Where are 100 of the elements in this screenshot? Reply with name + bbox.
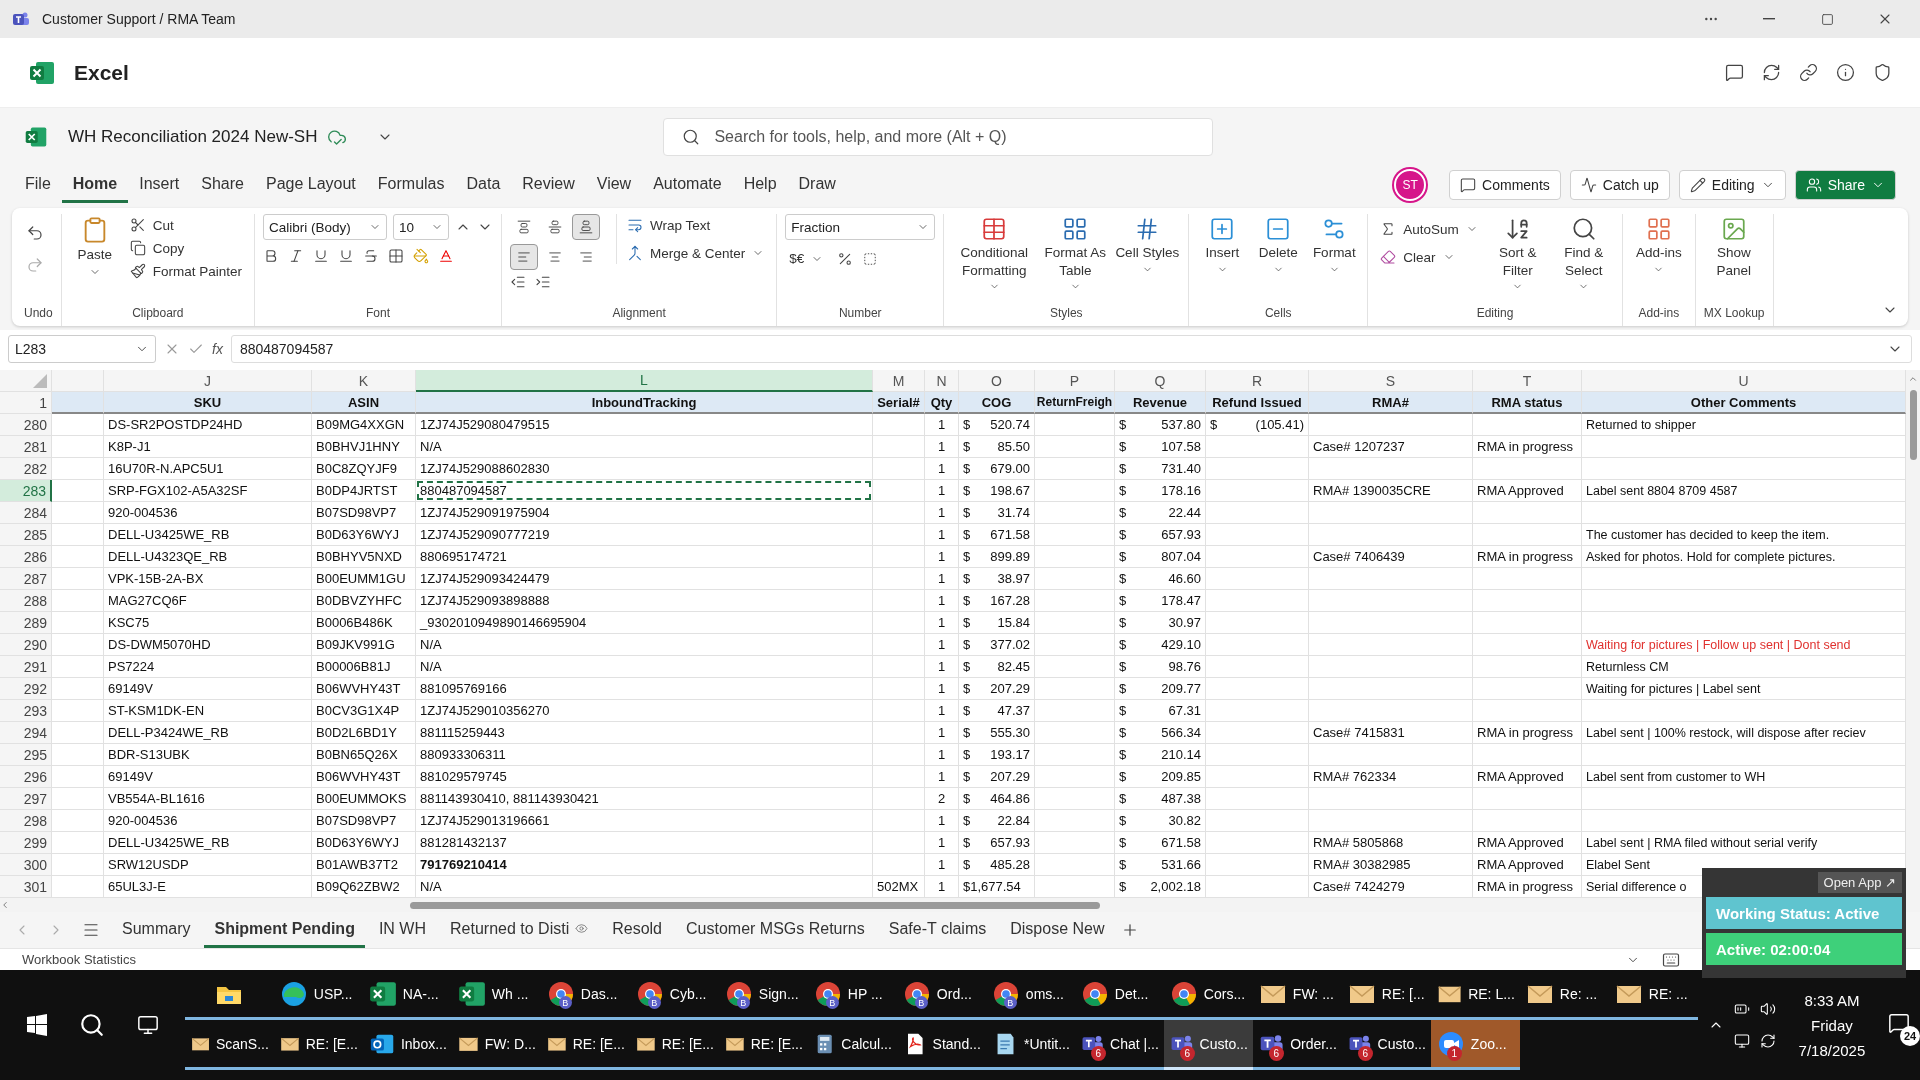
- taskbar-item[interactable]: FW: ...: [1252, 970, 1342, 1020]
- sheet-tab[interactable]: Shipment Pending: [204, 912, 365, 948]
- row-number[interactable]: 298: [0, 810, 52, 832]
- sheet-tab[interactable]: Resold: [602, 912, 672, 948]
- taskbar-item[interactable]: NA-...: [362, 970, 452, 1020]
- column-header[interactable]: J: [104, 370, 312, 392]
- taskbar-item[interactable]: Calcul...: [807, 1020, 897, 1070]
- taskbar-item[interactable]: Custo... 6: [1163, 1020, 1253, 1070]
- clipboard-button[interactable]: Copy: [125, 237, 246, 259]
- formula-field[interactable]: 880487094587: [230, 335, 1912, 363]
- clock-time[interactable]: 8:33 AM: [1804, 991, 1860, 1009]
- row-number[interactable]: 280: [0, 414, 52, 436]
- taskbar-item[interactable]: Das... B: [540, 970, 630, 1020]
- status-text[interactable]: Workbook Statistics: [22, 952, 136, 967]
- taskbar-item[interactable]: Det...: [1074, 970, 1164, 1020]
- editing-button[interactable]: Editing: [1678, 170, 1786, 200]
- row-number[interactable]: 1: [0, 392, 52, 414]
- taskbar-item[interactable]: USP...: [273, 970, 363, 1020]
- wrap-text-button[interactable]: Wrap Text: [622, 214, 769, 236]
- taskbar-item[interactable]: Re: ...: [1519, 970, 1609, 1020]
- row-number[interactable]: 299: [0, 832, 52, 854]
- menu-tab[interactable]: Page Layout: [254, 167, 367, 203]
- menu-tab[interactable]: Review: [511, 167, 586, 203]
- scrollbar-thumb[interactable]: [410, 901, 1100, 909]
- menu-tab[interactable]: Help: [732, 167, 788, 203]
- styles-button[interactable]: Cell Styles: [1114, 214, 1181, 277]
- sheet-tab[interactable]: Customer MSGs Returns: [676, 912, 875, 948]
- column-header[interactable]: K: [312, 370, 416, 392]
- sheet-tab[interactable]: IN WH: [368, 912, 436, 948]
- merge-center-button[interactable]: Merge & Center: [622, 242, 769, 264]
- row-number[interactable]: 292: [0, 678, 52, 700]
- taskbar-item[interactable]: HP ... B: [807, 970, 897, 1020]
- taskbar-item[interactable]: RE: [E...: [718, 1020, 808, 1070]
- editing-button[interactable]: AutoSum: [1376, 218, 1482, 240]
- menu-tab[interactable]: Automate: [642, 167, 733, 203]
- column-header[interactable]: M: [873, 370, 925, 392]
- font-name-dropdown[interactable]: Calibri (Body): [262, 214, 387, 240]
- taskbar-item[interactable]: RE: [E...: [540, 1020, 630, 1070]
- taskbar-item[interactable]: Zoo... 1: [1430, 1020, 1520, 1070]
- sheet-tab[interactable]: Safe-T claims: [878, 912, 997, 948]
- share-button[interactable]: Share: [1794, 170, 1896, 200]
- row-number[interactable]: 295: [0, 744, 52, 766]
- taskbar-item[interactable]: FW: D...: [451, 1020, 541, 1070]
- open-app-button[interactable]: Open App ↗: [1817, 872, 1902, 893]
- align-toggle[interactable]: [571, 214, 600, 240]
- user-avatar[interactable]: ST: [1394, 169, 1427, 201]
- select-all-icon[interactable]: [33, 373, 47, 388]
- editing-button[interactable]: Clear: [1376, 246, 1482, 268]
- align-toggle[interactable]: [509, 244, 538, 270]
- menu-tab[interactable]: Formulas: [366, 167, 456, 203]
- menu-tab[interactable]: Insert: [128, 167, 191, 203]
- row-number[interactable]: 283: [0, 480, 52, 502]
- menu-tab[interactable]: File: [14, 167, 62, 203]
- paste-button[interactable]: Paste: [69, 214, 120, 280]
- menu-tab[interactable]: View: [585, 167, 643, 203]
- clock-date[interactable]: 7/18/2025: [1798, 1041, 1866, 1059]
- styles-button[interactable]: Conditional Formatting: [952, 214, 1037, 295]
- cells-button[interactable]: Delete: [1253, 214, 1304, 277]
- taskbar-item[interactable]: RE: [E...: [629, 1020, 719, 1070]
- name-box[interactable]: L283: [8, 335, 156, 363]
- catch-up-button[interactable]: Catch up: [1569, 170, 1670, 200]
- document-name[interactable]: WH Reconciliation 2024 New-SH: [68, 127, 318, 147]
- row-number[interactable]: 289: [0, 612, 52, 634]
- row-number[interactable]: 301: [0, 876, 52, 898]
- editing-button[interactable]: Find & Select: [1553, 214, 1614, 295]
- row-number[interactable]: 300: [0, 854, 52, 876]
- menu-tab[interactable]: Share: [190, 167, 255, 203]
- comments-button[interactable]: Comments: [1449, 170, 1561, 200]
- taskbar-item[interactable]: *Untit...: [985, 1020, 1075, 1070]
- search-input[interactable]: Search for tools, help, and more (Alt + Q): [712, 127, 1195, 147]
- number-format-dropdown[interactable]: Fraction: [785, 214, 936, 240]
- column-header[interactable]: T: [1473, 370, 1582, 392]
- taskbar-item[interactable]: RE: ...: [1608, 970, 1698, 1020]
- row-number[interactable]: 296: [0, 766, 52, 788]
- column-header[interactable]: S: [1309, 370, 1473, 392]
- row-number[interactable]: 288: [0, 590, 52, 612]
- row-number[interactable]: 293: [0, 700, 52, 722]
- currency-button[interactable]: $€: [785, 248, 828, 269]
- row-number[interactable]: 284: [0, 502, 52, 524]
- column-header[interactable]: P: [1035, 370, 1115, 392]
- column-header[interactable]: R: [1206, 370, 1309, 392]
- taskbar-item[interactable]: Stand...: [896, 1020, 986, 1070]
- taskbar-item[interactable]: Sign... B: [718, 970, 808, 1020]
- styles-button[interactable]: Format As Table: [1042, 214, 1109, 295]
- sheet-tab[interactable]: Summary: [112, 912, 201, 948]
- sheet-tab[interactable]: Dispose New: [1000, 912, 1115, 948]
- column-header[interactable]: N: [925, 370, 959, 392]
- clipboard-button[interactable]: Format Painter: [125, 260, 246, 282]
- row-number[interactable]: 286: [0, 546, 52, 568]
- taskbar-item[interactable]: RE: [E...: [273, 1020, 363, 1070]
- add-ins-button[interactable]: Add-ins: [1630, 214, 1687, 277]
- taskbar-item[interactable]: Ord... B: [896, 970, 986, 1020]
- function-label[interactable]: fx: [212, 341, 223, 357]
- column-header[interactable]: U: [1582, 370, 1906, 392]
- taskbar-item[interactable]: Wh ...: [451, 970, 541, 1020]
- cells-button[interactable]: Insert: [1197, 214, 1248, 277]
- row-number[interactable]: 285: [0, 524, 52, 546]
- column-header[interactable]: O: [959, 370, 1035, 392]
- menu-tab[interactable]: Draw: [787, 167, 847, 203]
- row-number[interactable]: 282: [0, 458, 52, 480]
